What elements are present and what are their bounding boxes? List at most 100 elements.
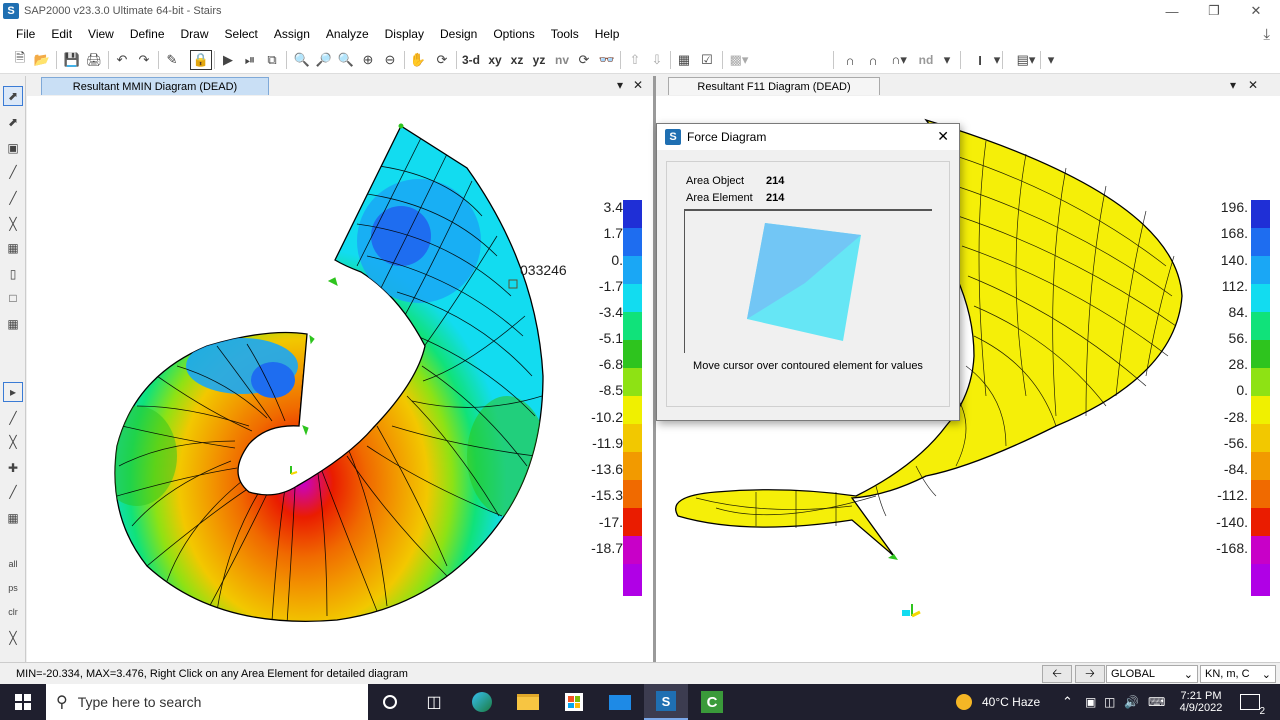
nd-dropdown-icon[interactable]: ▾ <box>940 50 954 70</box>
windows-start-button[interactable] <box>0 684 46 720</box>
menu-options[interactable]: Options <box>485 27 542 41</box>
mail-icon[interactable] <box>598 684 642 720</box>
menu-analyze[interactable]: Analyze <box>318 27 377 41</box>
device-icon[interactable]: ▣ <box>1085 684 1096 720</box>
pan-hand-icon[interactable]: ✋ <box>408 50 428 70</box>
select-icon[interactable]: ▸ <box>3 382 23 402</box>
check-icon[interactable]: ☑ <box>697 50 717 70</box>
draw-grid-icon[interactable]: ▦ <box>3 238 23 258</box>
reshape-icon[interactable]: ⬈ <box>3 112 23 132</box>
menu-display[interactable]: Display <box>377 27 432 41</box>
edit-pencil-icon[interactable]: ✎ <box>162 50 182 70</box>
intersect-line-icon[interactable]: ╱ <box>3 408 23 428</box>
glasses-icon[interactable]: 👓 <box>596 50 618 70</box>
camtasia-icon[interactable]: C <box>690 684 734 720</box>
restore-button[interactable]: ❐ <box>1194 0 1234 22</box>
redo-icon[interactable]: ↷ <box>134 50 154 70</box>
file-explorer-icon[interactable] <box>506 684 550 720</box>
draw-rect-area-icon[interactable]: □ <box>3 288 23 308</box>
print-icon[interactable]: 🖨 <box>84 50 104 70</box>
dialog-close-icon[interactable]: ✕ <box>937 128 949 145</box>
undo-icon[interactable]: ↶ <box>112 50 132 70</box>
display-options-icon[interactable]: ▩▾ <box>726 50 752 70</box>
clear-selection-icon[interactable]: clr <box>3 602 23 622</box>
select-all-small-icon[interactable]: all <box>3 554 23 574</box>
new-model-icon[interactable]: 🗎 <box>10 50 30 70</box>
view-xy-button[interactable]: xy <box>484 50 506 70</box>
menu-help[interactable]: Help <box>587 27 628 41</box>
task-view-icon[interactable]: ◫ <box>412 684 456 720</box>
frame-load-icon[interactable]: ∩ <box>862 50 884 70</box>
view-3d-button[interactable]: 3-d <box>460 50 482 70</box>
coord-system-select[interactable]: GLOBAL ⌄ <box>1106 665 1198 683</box>
menu-draw[interactable]: Draw <box>173 27 217 41</box>
select-all-icon[interactable]: ▦ <box>674 50 694 70</box>
keyboard-icon[interactable]: ⌨ <box>1148 684 1165 720</box>
weather-widget[interactable]: 40°C Haze <box>956 684 1040 720</box>
line-select-icon[interactable]: ╱ <box>3 482 23 502</box>
show-hidden-icons-icon[interactable]: ⌃ <box>1062 684 1073 720</box>
menu-edit[interactable]: Edit <box>43 27 80 41</box>
nd-button[interactable]: nd <box>915 50 937 70</box>
move-up-icon[interactable]: ⇧ <box>625 50 645 70</box>
zoom-previous-icon[interactable]: 🔎 <box>314 50 334 70</box>
menu-define[interactable]: Define <box>122 27 173 41</box>
zoom-in-icon[interactable]: ⊕ <box>358 50 378 70</box>
frame-moment-icon[interactable]: ∩▾ <box>886 50 912 70</box>
mmin-viewport[interactable]: 033246 3.4 1.7 0. -1.7 -3.4 -5.1 -6.8 -8… <box>27 96 653 662</box>
clock[interactable]: 7:21 PM 4/9/2022 <box>1170 684 1232 720</box>
frame-icon[interactable]: ∩ <box>840 50 860 70</box>
notification-center-icon[interactable]: 2 <box>1240 684 1265 720</box>
node-select-icon[interactable]: ✚ <box>3 458 23 478</box>
more-options-icon[interactable]: ▾ <box>1044 50 1058 70</box>
draw-frame-icon[interactable]: ╱ <box>3 162 23 182</box>
zoom-default-icon[interactable]: 🔍 <box>336 50 356 70</box>
view-nv-button[interactable]: nv <box>551 50 573 70</box>
cortana-icon[interactable] <box>368 684 412 720</box>
view-yz-button[interactable]: yz <box>528 50 550 70</box>
move-down-icon[interactable]: ⇩ <box>647 50 667 70</box>
pointer-icon[interactable]: ⬈ <box>3 86 23 106</box>
draw-poly-area-icon[interactable]: ▯ <box>3 264 23 284</box>
zoom-window-icon[interactable]: 🔍 <box>292 50 312 70</box>
rotate-view-icon[interactable]: ⟳ <box>432 50 452 70</box>
run-step-icon[interactable]: ⏯ <box>240 50 260 70</box>
panel-close-icon[interactable]: ✕ <box>1248 78 1258 92</box>
menu-design[interactable]: Design <box>432 27 485 41</box>
panel-dropdown-icon[interactable]: ▾ <box>617 78 623 92</box>
grid-select-icon[interactable]: ▦ <box>3 508 23 528</box>
refresh-view-icon[interactable]: ⟳ <box>574 50 594 70</box>
menu-view[interactable]: View <box>80 27 122 41</box>
view-xz-button[interactable]: xz <box>506 50 528 70</box>
open-model-icon[interactable]: 📂 <box>32 50 52 70</box>
edge-browser-icon[interactable] <box>460 684 504 720</box>
network-icon[interactable]: ◫ <box>1104 684 1115 720</box>
area-display-icon[interactable]: ▤▾ <box>1008 50 1044 70</box>
close-window-button[interactable]: ✕ <box>1236 0 1276 22</box>
view-back-button[interactable]: 🡠 <box>1042 665 1072 683</box>
zoom-out-icon[interactable]: ⊖ <box>380 50 400 70</box>
menu-tools[interactable]: Tools <box>543 27 587 41</box>
previous-selection-icon[interactable]: ps <box>3 578 23 598</box>
draw-cross-icon[interactable]: ╳ <box>3 214 23 234</box>
units-select[interactable]: KN, m, C ⌄ <box>1200 665 1276 683</box>
menu-file[interactable]: File <box>8 27 43 41</box>
run-analysis-icon[interactable]: ▶ <box>218 50 238 70</box>
download-icon[interactable]: ⤓ <box>1263 26 1270 43</box>
taskbar-search-box[interactable]: ⚲ Type here to search <box>46 684 368 720</box>
view-forward-button[interactable]: 🡢 <box>1075 665 1105 683</box>
lock-icon[interactable]: 🔒 <box>190 50 212 70</box>
tab-resultant-mmin[interactable]: Resultant MMIN Diagram (DEAD) <box>41 77 269 95</box>
panel-dropdown-icon[interactable]: ▾ <box>1230 78 1236 92</box>
tab-resultant-f11[interactable]: Resultant F11 Diagram (DEAD) <box>668 77 880 95</box>
save-icon[interactable]: 💾 <box>62 50 82 70</box>
snap-icon[interactable]: ╳ <box>3 628 23 648</box>
volume-icon[interactable]: 🔊 <box>1124 684 1139 720</box>
menu-select[interactable]: Select <box>217 27 266 41</box>
minimize-button[interactable]: — <box>1152 0 1192 22</box>
copy-model-icon[interactable]: ⧉ <box>262 50 282 70</box>
draw-joint-icon[interactable]: ▣ <box>3 138 23 158</box>
quick-area-icon[interactable]: ▦ <box>3 314 23 334</box>
menu-assign[interactable]: Assign <box>266 27 318 41</box>
microsoft-store-icon[interactable] <box>552 684 596 720</box>
